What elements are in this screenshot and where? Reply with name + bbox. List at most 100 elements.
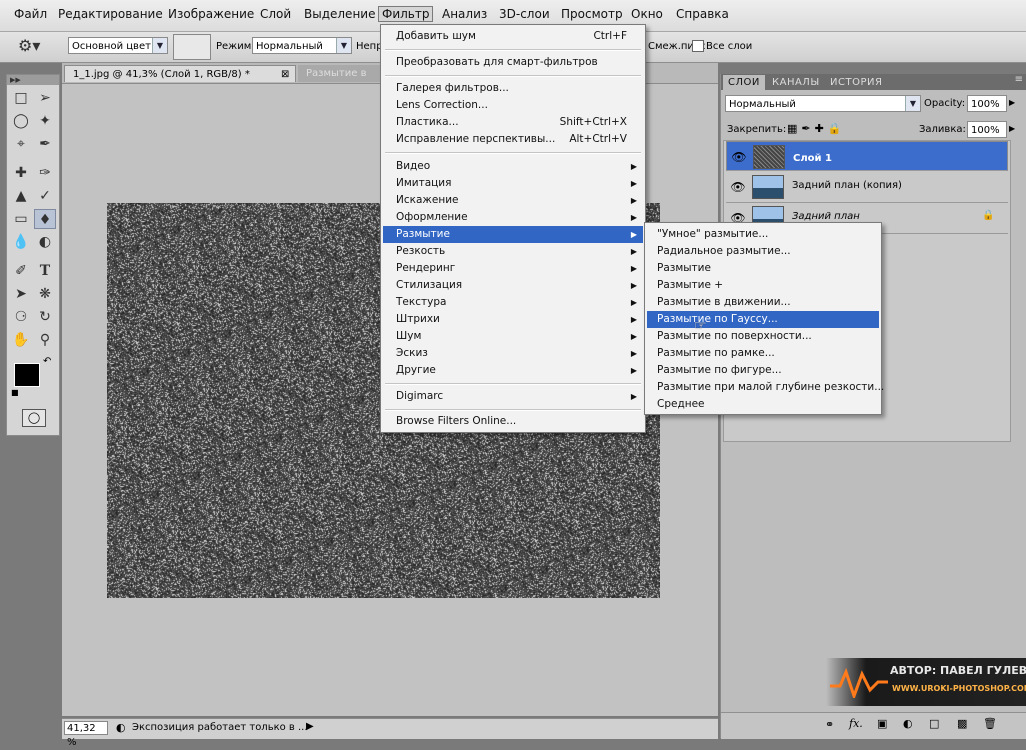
- menu-item-other[interactable]: Другие ▶: [383, 362, 643, 379]
- shape-tool-icon[interactable]: ❋: [34, 284, 56, 304]
- status-menu-arrow-icon[interactable]: ▶: [306, 721, 314, 732]
- menu-item-surface-blur[interactable]: Размытие по поверхности...: [647, 328, 879, 345]
- quick-mask-icon[interactable]: ◯: [22, 409, 46, 427]
- menu-file[interactable]: Файл: [14, 7, 47, 21]
- mode-select[interactable]: Нормальный ▼: [252, 37, 352, 54]
- eyedropper-tool-icon[interactable]: ✒: [34, 134, 56, 154]
- pattern-swatch[interactable]: [173, 34, 211, 60]
- healing-brush-tool-icon[interactable]: ✚: [10, 163, 32, 183]
- default-colors-icon[interactable]: ■: [11, 388, 19, 397]
- fx-icon[interactable]: fx.: [849, 717, 863, 730]
- menu-image[interactable]: Изображение: [168, 7, 254, 21]
- menu-item-smart-blur[interactable]: "Умное" размытие...: [647, 226, 879, 243]
- mask-icon[interactable]: ▣: [877, 717, 887, 730]
- menu-item-distort[interactable]: Искажение ▶: [383, 192, 643, 209]
- menu-item-artistic[interactable]: Имитация ▶: [383, 175, 643, 192]
- toolbox-collapse-icon[interactable]: ▶▶: [7, 75, 59, 85]
- menu-item-motion-blur[interactable]: Размытие в движении...: [647, 294, 879, 311]
- clone-stamp-tool-icon[interactable]: ▲: [10, 186, 32, 206]
- marquee-tool-icon[interactable]: □: [10, 88, 32, 108]
- magic-wand-tool-icon[interactable]: ✦: [34, 111, 56, 131]
- eye-icon[interactable]: 👁: [728, 177, 748, 197]
- eye-icon[interactable]: 👁: [729, 147, 749, 167]
- tab-document-1[interactable]: 1_1.jpg @ 41,3% (Слой 1, RGB/8) * ⊠: [64, 65, 296, 82]
- zoom-field[interactable]: 41,32 %: [64, 721, 108, 748]
- fill-field[interactable]: 100%: [967, 121, 1007, 138]
- zoom-tool-icon[interactable]: ⚲: [34, 330, 56, 350]
- menu-filter[interactable]: Фильтр: [378, 6, 434, 22]
- opacity-arrow-icon[interactable]: ▶: [1009, 98, 1015, 107]
- tab-layers[interactable]: СЛОИ: [723, 75, 765, 90]
- menu-item-sharpen[interactable]: Резкость ▶: [383, 243, 643, 260]
- 3d-rotate-tool-icon[interactable]: ⚆: [10, 307, 32, 327]
- fill-source-select[interactable]: Основной цвет ▼: [68, 37, 168, 54]
- crop-tool-icon[interactable]: ⌖: [10, 134, 32, 154]
- pen-tool-icon[interactable]: ✐: [10, 261, 32, 281]
- 3d-orbit-tool-icon[interactable]: ↻: [34, 307, 56, 327]
- menu-view[interactable]: Просмотр: [561, 7, 623, 21]
- menu-window[interactable]: Окно: [631, 7, 663, 21]
- paint-bucket-tool-icon[interactable]: ♦: [34, 209, 56, 229]
- all-layers-checkbox[interactable]: [692, 40, 704, 52]
- menu-item-gaussian-blur[interactable]: Размытие по Гауссу...: [647, 311, 879, 328]
- menu-item-shape-blur[interactable]: Размытие по фигуре...: [647, 362, 879, 379]
- menu-item-video[interactable]: Видео ▶: [383, 158, 643, 175]
- menu-select[interactable]: Выделение: [304, 7, 375, 21]
- fill-arrow-icon[interactable]: ▶: [1009, 124, 1015, 133]
- tab-history[interactable]: ИСТОРИЯ: [825, 75, 887, 90]
- menu-item-blur-basic[interactable]: Размытие: [647, 260, 879, 277]
- menu-item-filter-gallery[interactable]: Галерея фильтров...: [383, 80, 643, 97]
- history-brush-tool-icon[interactable]: ✓: [34, 186, 56, 206]
- menu-item-blur-more[interactable]: Размытие +: [647, 277, 879, 294]
- paint-bucket-tool-preset-icon[interactable]: ⚙▾: [18, 36, 54, 56]
- menu-item-blur[interactable]: Размытие ▶: [383, 226, 643, 243]
- lasso-tool-icon[interactable]: ◯: [10, 111, 32, 131]
- adjustment-icon[interactable]: ◐: [903, 717, 913, 730]
- menu-item-pixelate[interactable]: Оформление ▶: [383, 209, 643, 226]
- menu-item-noise[interactable]: Шум ▶: [383, 328, 643, 345]
- menu-item-lens-correction[interactable]: Lens Correction...: [383, 97, 643, 114]
- move-tool-icon[interactable]: ➢: [34, 88, 56, 108]
- group-icon[interactable]: □: [929, 717, 939, 730]
- trash-icon[interactable]: 🗑: [983, 717, 997, 730]
- dodge-tool-icon[interactable]: ◐: [34, 232, 56, 252]
- menu-3d[interactable]: 3D-слои: [499, 7, 550, 21]
- menu-item-lens-blur[interactable]: Размытие при малой глубине резкости...: [647, 379, 884, 396]
- foreground-color-swatch[interactable]: [14, 363, 40, 387]
- eraser-tool-icon[interactable]: ▭: [10, 209, 32, 229]
- brush-tool-icon[interactable]: ✑: [34, 163, 56, 183]
- panel-menu-icon[interactable]: ≡: [1015, 74, 1023, 85]
- menu-analysis[interactable]: Анализ: [442, 7, 487, 21]
- menu-item-radial-blur[interactable]: Радиальное размытие...: [647, 243, 879, 260]
- menu-item-vanishing-point[interactable]: Исправление перспективы... Alt+Ctrl+V: [383, 131, 643, 148]
- type-tool-icon[interactable]: T: [34, 261, 56, 281]
- new-layer-icon[interactable]: ▩: [957, 717, 967, 730]
- menu-layer[interactable]: Слой: [260, 7, 291, 21]
- lock-icons[interactable]: ▦✒✚🔒: [787, 122, 846, 135]
- status-info-icon[interactable]: ◐: [116, 721, 126, 734]
- menu-item-add-noise[interactable]: Добавить шум Ctrl+F: [383, 28, 643, 45]
- path-selection-tool-icon[interactable]: ➤: [10, 284, 32, 304]
- layer-row[interactable]: 👁 Слой 1: [726, 141, 1008, 171]
- blend-mode-select[interactable]: Нормальный ▼: [725, 95, 921, 112]
- layer-row[interactable]: 👁 Задний план (копия): [726, 172, 1008, 203]
- menu-item-browse-filters[interactable]: Browse Filters Online...: [383, 413, 643, 430]
- menu-item-smart-filters[interactable]: Преобразовать для смарт-фильтров: [383, 54, 643, 71]
- swap-colors-icon[interactable]: ↶: [43, 356, 51, 367]
- tab-document-2[interactable]: Размытие в: [298, 65, 384, 82]
- hand-tool-icon[interactable]: ✋: [10, 330, 32, 350]
- menu-item-render[interactable]: Рендеринг ▶: [383, 260, 643, 277]
- menu-item-box-blur[interactable]: Размытие по рамке...: [647, 345, 879, 362]
- menu-item-texture[interactable]: Текстура ▶: [383, 294, 643, 311]
- menu-help[interactable]: Справка: [676, 7, 729, 21]
- menu-item-sketch[interactable]: Эскиз ▶: [383, 345, 643, 362]
- blur-tool-icon[interactable]: 💧: [10, 232, 32, 252]
- menu-item-digimarc[interactable]: Digimarc ▶: [383, 388, 643, 405]
- opacity-field[interactable]: 100%: [967, 95, 1007, 112]
- menu-item-stylize[interactable]: Стилизация ▶: [383, 277, 643, 294]
- menu-edit[interactable]: Редактирование: [58, 7, 163, 21]
- menu-item-liquify[interactable]: Пластика... Shift+Ctrl+X: [383, 114, 643, 131]
- close-icon[interactable]: ⊠: [281, 66, 289, 83]
- menu-item-average[interactable]: Среднее: [647, 396, 879, 413]
- link-icon[interactable]: ⚭: [825, 718, 834, 731]
